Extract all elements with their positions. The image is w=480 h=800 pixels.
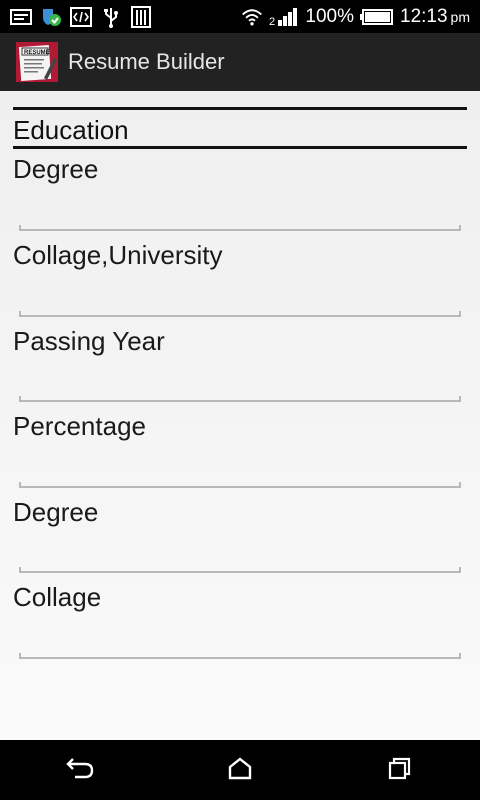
status-time-suffix: pm	[450, 8, 470, 25]
degree-2-label: Degree	[13, 497, 99, 527]
section-top-rule	[13, 107, 467, 110]
status-bar: 2 100% 12:13 pm	[0, 0, 480, 33]
app-title: Resume Builder	[68, 49, 225, 74]
status-left-icons	[10, 5, 152, 28]
college-university-label: Collage,University	[13, 240, 223, 270]
usb-icon	[100, 7, 122, 28]
action-bar: RESUME Resume Builder	[0, 33, 480, 91]
status-time: 12:13 pm	[400, 6, 470, 28]
percentage-input[interactable]	[19, 472, 461, 488]
screenshot-icon	[10, 7, 32, 27]
back-button[interactable]	[50, 745, 110, 795]
passing-year-input[interactable]	[19, 386, 461, 402]
storage-bars-icon	[130, 5, 152, 28]
status-time-value: 12:13	[400, 5, 448, 27]
battery-percent: 100%	[305, 5, 354, 27]
back-icon	[65, 755, 95, 786]
home-button[interactable]	[210, 745, 270, 795]
status-right-group: 2 100% 12:13 pm	[241, 6, 470, 28]
wifi-icon	[241, 7, 263, 27]
college-university-input[interactable]	[19, 301, 461, 317]
battery-icon	[360, 7, 394, 27]
signal-icon: 2	[269, 7, 299, 27]
recents-icon	[387, 756, 413, 785]
section-bottom-rule	[13, 146, 467, 149]
app-logo-text: RESUME	[24, 50, 50, 56]
section-title: Education	[13, 115, 129, 145]
degree-input[interactable]	[19, 215, 461, 231]
svg-text:2: 2	[269, 16, 275, 27]
degree-2-input[interactable]	[19, 557, 461, 573]
passing-year-label: Passing Year	[13, 326, 165, 356]
college-label: Collage	[13, 582, 102, 612]
navigation-bar	[0, 740, 480, 800]
developer-code-icon	[70, 6, 92, 27]
app-logo-icon[interactable]: RESUME	[14, 40, 60, 84]
recents-button[interactable]	[370, 745, 430, 795]
college-input[interactable]	[19, 643, 461, 659]
degree-label: Degree	[13, 154, 99, 184]
security-shield-icon	[40, 7, 62, 27]
education-form: Education Degree Collage,University Pass…	[0, 91, 480, 740]
percentage-label: Percentage	[13, 411, 146, 441]
home-icon	[227, 756, 253, 785]
